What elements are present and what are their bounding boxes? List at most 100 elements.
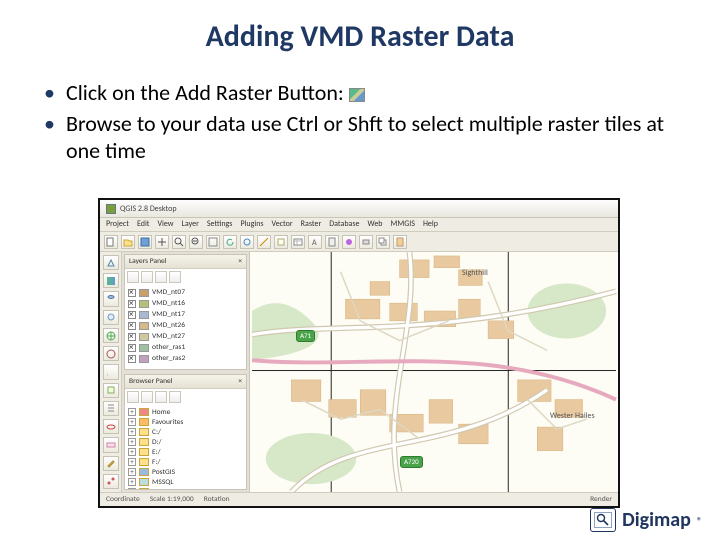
logo-mark-icon: [590, 508, 616, 532]
add-wfs-button[interactable]: [103, 346, 119, 361]
new-project-button[interactable]: [104, 235, 118, 249]
add-csv-button[interactable]: ,: [103, 364, 119, 379]
attributes-button[interactable]: [291, 235, 305, 249]
select-button[interactable]: [274, 235, 288, 249]
close-icon[interactable]: ×: [238, 377, 242, 386]
layers-panel: Layers Panel × VMD_nt07 VMD_nt16 VMD_nt1…: [124, 254, 247, 370]
add-virtual-button[interactable]: [103, 437, 119, 452]
svg-text:,: ,: [107, 371, 108, 377]
tree-item[interactable]: +PostGIS: [128, 467, 243, 477]
print-button[interactable]: [359, 235, 373, 249]
status-bar: Coordinate Scale 1:19,000 Rotation Rende…: [100, 492, 618, 506]
trademark-icon: ®: [697, 514, 702, 527]
layer-style-button[interactable]: [127, 271, 139, 283]
menu-layer[interactable]: Layer: [182, 219, 199, 230]
add-raster-button[interactable]: [103, 273, 119, 288]
status-rotation: Rotation: [204, 495, 230, 504]
browser-collapse-button[interactable]: [169, 391, 181, 403]
menu-bar[interactable]: Project Edit View Layer Settings Plugins…: [100, 218, 618, 232]
browser-add-button[interactable]: [141, 391, 153, 403]
add-spatialite-button[interactable]: [103, 310, 119, 325]
tree-item[interactable]: +C:/: [128, 427, 243, 437]
plugin-button[interactable]: [342, 235, 356, 249]
tree-item[interactable]: +D:/: [128, 437, 243, 447]
layer-collapse-button[interactable]: [169, 271, 181, 283]
window-titlebar: QGIS 2.8 Desktop: [100, 200, 618, 218]
road-badge: A71: [296, 330, 315, 342]
dock-panels: Layers Panel × VMD_nt07 VMD_nt16 VMD_nt1…: [122, 252, 250, 492]
paste-button[interactable]: [393, 235, 407, 249]
add-postgis-button[interactable]: [103, 291, 119, 306]
add-oracle-button[interactable]: [103, 419, 119, 434]
main-toolbar: A: [100, 232, 618, 252]
layer-item[interactable]: other_ras1: [128, 342, 243, 353]
map-canvas[interactable]: Sighthill Wester Hailes A71 A720: [250, 252, 618, 492]
label-button[interactable]: A: [308, 235, 322, 249]
layers-panel-header: Layers Panel ×: [125, 255, 246, 269]
new-shapefile-button[interactable]: [103, 383, 119, 398]
menu-raster[interactable]: Raster: [301, 219, 322, 230]
layer-item[interactable]: VMD_nt26: [128, 320, 243, 331]
add-wms-button[interactable]: [103, 328, 119, 343]
window-title: QGIS 2.8 Desktop: [120, 204, 177, 214]
add-vector-button[interactable]: [103, 255, 119, 270]
app-icon: [106, 204, 116, 214]
toggle-editing-button[interactable]: [103, 456, 119, 471]
logo-text: Digimap: [622, 508, 691, 532]
tree-item[interactable]: +Oracle: [128, 487, 243, 489]
menu-vector[interactable]: Vector: [272, 219, 293, 230]
menu-project[interactable]: Project: [106, 219, 129, 230]
calc-button[interactable]: [325, 235, 339, 249]
layer-item[interactable]: VMD_nt16: [128, 298, 243, 309]
layer-item[interactable]: VMD_nt07: [128, 287, 243, 298]
copy-button[interactable]: [376, 235, 390, 249]
add-delimited-button[interactable]: [103, 401, 119, 416]
close-icon[interactable]: ×: [238, 257, 242, 266]
side-toolbar: ,: [100, 252, 122, 492]
layer-item[interactable]: VMD_nt27: [128, 331, 243, 342]
identify-button[interactable]: [240, 235, 254, 249]
menu-edit[interactable]: Edit: [137, 219, 150, 230]
save-button[interactable]: [138, 235, 152, 249]
tree-item[interactable]: +Home: [128, 407, 243, 417]
menu-web[interactable]: Web: [368, 219, 383, 230]
menu-settings[interactable]: Settings: [207, 219, 233, 230]
svg-text:A: A: [312, 238, 317, 247]
layers-panel-toolbar: [125, 269, 246, 285]
menu-view[interactable]: View: [157, 219, 173, 230]
browser-filter-button[interactable]: [155, 391, 167, 403]
browser-panel-toolbar: [125, 389, 246, 405]
pan-button[interactable]: [155, 235, 169, 249]
refresh-button[interactable]: [223, 235, 237, 249]
open-project-button[interactable]: [121, 235, 135, 249]
tree-item[interactable]: +Favourites: [128, 417, 243, 427]
qgis-screenshot: QGIS 2.8 Desktop Project Edit View Layer…: [98, 198, 620, 508]
add-raster-icon: [349, 88, 365, 102]
layer-expand-button[interactable]: [155, 271, 167, 283]
zoom-out-button[interactable]: [189, 235, 203, 249]
bullet-2: Browse to your data use Ctrl or Shft to …: [42, 110, 684, 165]
browser-panel-header: Browser Panel ×: [125, 375, 246, 389]
tree-item[interactable]: +MSSQL: [128, 477, 243, 487]
menu-database[interactable]: Database: [329, 219, 359, 230]
status-scale: Scale 1:19,000: [150, 495, 194, 504]
tree-item[interactable]: +E:/: [128, 447, 243, 457]
slide-title: Adding VMD Raster Data: [0, 0, 720, 61]
bullet-1: Click on the Add Raster Button:: [42, 79, 684, 107]
menu-help[interactable]: Help: [423, 219, 438, 230]
browser-panel: Browser Panel × +Home +Favourites +C:/ +…: [124, 374, 247, 490]
menu-mmgis[interactable]: MMGIS: [391, 219, 415, 230]
measure-button[interactable]: [257, 235, 271, 249]
status-render: Render: [590, 495, 612, 504]
zoom-full-button[interactable]: [206, 235, 220, 249]
layer-filter-button[interactable]: [141, 271, 153, 283]
zoom-in-button[interactable]: [172, 235, 186, 249]
tree-item[interactable]: +F:/: [128, 457, 243, 467]
road-badge: A720: [400, 456, 423, 468]
layer-item[interactable]: other_ras2: [128, 353, 243, 364]
layer-item[interactable]: VMD_nt17: [128, 309, 243, 320]
node-tool-button[interactable]: [103, 474, 119, 489]
map-svg: [250, 252, 618, 492]
browser-refresh-button[interactable]: [127, 391, 139, 403]
menu-plugins[interactable]: Plugins: [240, 219, 263, 230]
